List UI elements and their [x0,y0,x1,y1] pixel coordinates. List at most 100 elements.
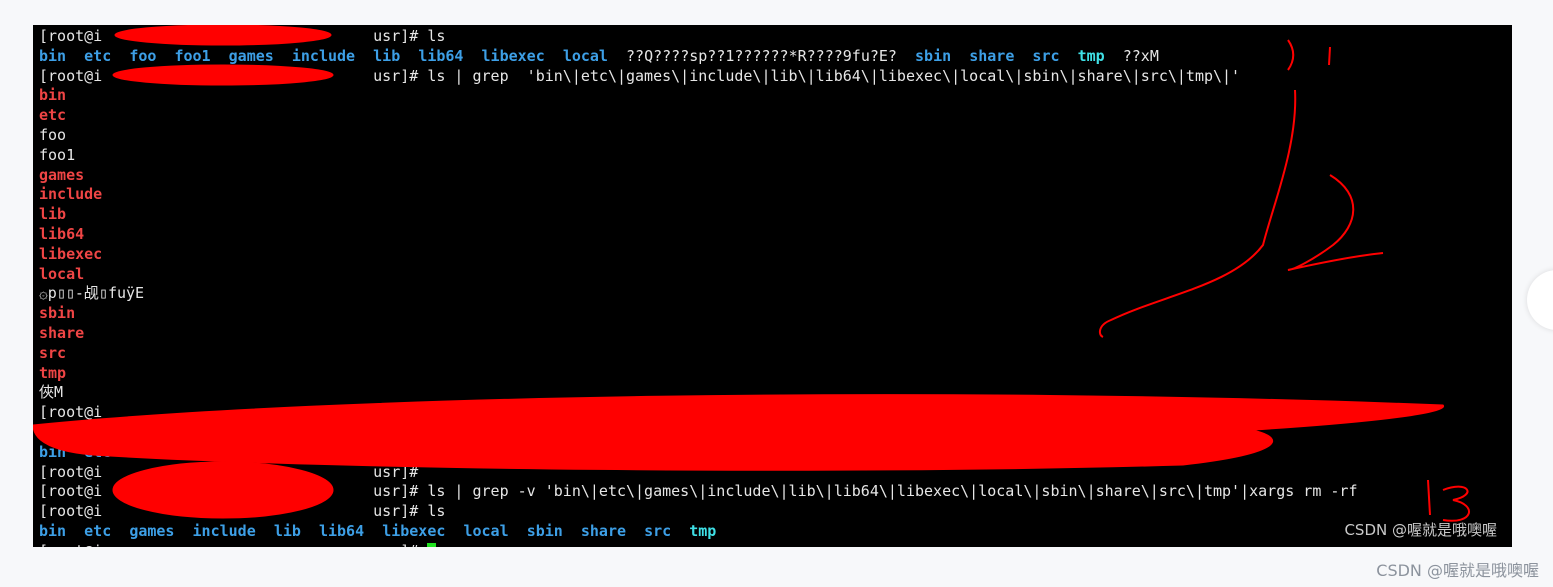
annotation-2 [1287,174,1384,271]
terminal-line: sbin [39,303,75,323]
directory-name: libexec [382,522,446,540]
grep-match: libexec [39,244,103,263]
directory-name: lib64 [318,522,365,540]
terminal-line: foo [39,125,66,145]
grep-match: bin [39,86,67,105]
terminal-line: bin etc foo foo1 games include lib lib64… [39,46,1159,66]
handwritten-annotations [1098,39,1470,522]
terminal-line: etc [39,105,66,125]
directory-name: src [644,522,672,540]
terminal-text: [root@i usr]# ls | grep 'bin\|etc\|games… [39,66,1241,85]
directory-name: bin etc foo foo1 [39,442,211,461]
terminal-line: [root@i usr]# [39,541,437,547]
terminal-line: bin [39,85,66,105]
directory-name: tmp [689,522,717,540]
directory-name: tmp [1077,46,1105,65]
annotation-1 [1287,39,1331,71]
directory-name: include [291,46,356,65]
terminal-line: share [39,323,84,343]
watermark-outer: CSDN @喔就是哦噢喔 [1376,561,1539,580]
terminal-line: [root@i usr]# ls [39,26,445,46]
grep-match: etc [39,106,67,125]
side-float-button[interactable] [1527,270,1553,330]
terminal-line: lib64 [39,224,84,244]
terminal-line: [root@i usr]# ls [39,501,445,521]
terminal-line: [root@i usr]# ls | grep 'bin\|etc\|games… [39,66,1240,86]
terminal-text: ??xM [1104,46,1159,65]
terminal-line: tmp [39,363,66,383]
directory-name: sbin [915,46,952,65]
grep-match: sbin [39,304,76,323]
directory-name: share [969,46,1015,65]
annotation-2-arrow [1098,89,1297,338]
terminal-line: games [39,165,84,185]
terminal-line: ۞p▯▯-觇▯fuÿE [39,283,144,303]
terminal-line: local [39,264,84,284]
annotation-3 [1427,479,1470,522]
terminal-line: include [39,184,102,204]
grep-match: share [39,324,85,342]
terminal-text: [root@i usr]# [39,462,419,481]
terminal-text: 俠M [39,383,64,402]
terminal-line: bin etc foo foo1 [39,442,211,462]
directory-name: bin [39,522,67,540]
terminal-line: bin etc games include lib lib64 libexec … [39,521,716,541]
grep-match: include [39,185,103,204]
terminal-line: 俠M [39,382,63,402]
terminal-window[interactable]: [root@i usr]# ls bin etc foo foo1 games i… [33,25,1512,547]
terminal-text: foo1 [39,145,76,164]
terminal-line: libexec [39,244,102,264]
directory-name: lib64 [418,46,464,65]
directory-name: sbin [526,522,563,540]
terminal-text: [root@i usr]# ls [39,502,446,521]
terminal-line: foo1 [39,145,75,165]
terminal-line: lib [39,204,66,224]
watermark-inner: CSDN @喔就是哦噢喔 [1344,521,1497,539]
directory-name: bin [39,46,67,65]
terminal-cursor [427,542,437,547]
terminal-line: src [39,343,66,363]
grep-match: games [39,165,85,184]
directory-name: local [562,46,608,65]
grep-match: tmp [39,363,67,382]
terminal-text: [root@i usr]# ls [39,27,446,45]
terminal-text: ??Q????sp??1??????*R????9fu?E? [607,46,916,65]
terminal-text: ۞p▯▯-觇▯fuÿE [39,284,145,303]
grep-match: local [39,264,85,283]
terminal-line: [root@i usr]# ls | grep -v 'bin\|etc\|ga… [39,481,1358,501]
directory-name: src [1032,46,1060,65]
directory-name: share [580,522,627,540]
directory-name: games [228,46,274,65]
directory-name: lib [273,522,301,540]
terminal-text: [root@i usr]# ls | grep -v 'bin\|etc\|ga… [39,482,1358,501]
directory-name: etc [84,46,112,65]
directory-name: foo [129,46,157,65]
terminal-text: [root@i usr]# [39,542,427,547]
directory-name: lib [373,46,401,65]
directory-name: etc [84,522,112,540]
grep-match: lib [39,205,67,224]
terminal-line: [root@i ames\|include\|lib\|lib64\|lib '… [39,402,1222,422]
